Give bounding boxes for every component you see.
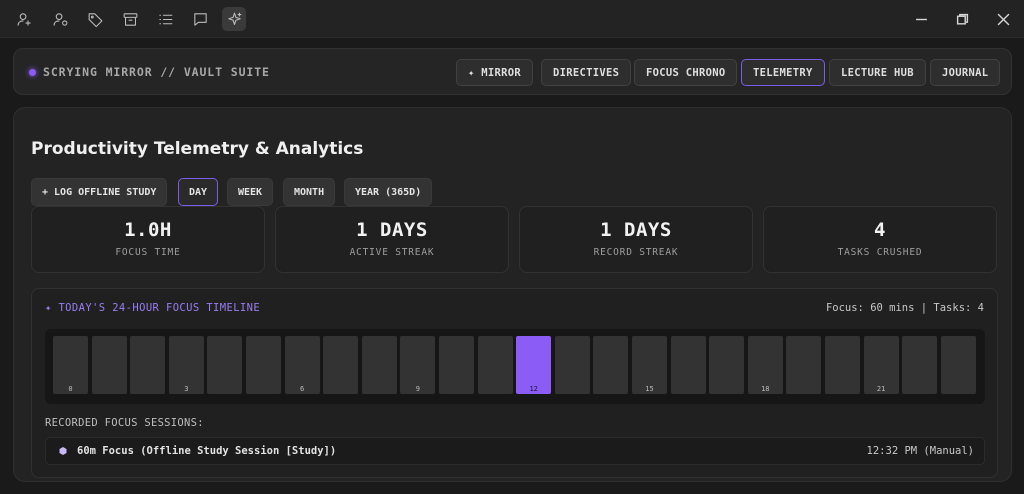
timeline-summary: Focus: 60 mins | Tasks: 4 bbox=[825, 302, 984, 314]
hour-label: 3 bbox=[184, 385, 189, 393]
hour-block bbox=[940, 336, 976, 394]
stat-card-focus-time: 1.0H FOCUS TIME bbox=[31, 206, 265, 273]
hour-block bbox=[593, 336, 629, 394]
chat-icon[interactable] bbox=[188, 7, 212, 31]
restore-icon[interactable] bbox=[949, 7, 975, 31]
range-week-button[interactable]: WEEK bbox=[227, 178, 274, 206]
range-year-button[interactable]: YEAR (365D) bbox=[344, 178, 433, 206]
hour-block bbox=[323, 336, 359, 394]
hour-label: 12 bbox=[529, 385, 538, 393]
stat-value: 4 bbox=[874, 219, 886, 241]
nav-journal-button[interactable]: JOURNAL bbox=[930, 59, 1001, 86]
hour-block bbox=[554, 336, 590, 394]
session-description: 60m Focus (Offline Study Session [Study]… bbox=[77, 445, 337, 457]
stat-value: 1.0H bbox=[124, 219, 172, 241]
hour-label: 18 bbox=[761, 385, 770, 393]
hour-block bbox=[207, 336, 243, 394]
hour-label: 0 bbox=[68, 385, 73, 393]
app-header: SCRYING MIRROR // VAULT SUITE ✦ MIRROR D… bbox=[13, 48, 1012, 95]
user-add-icon[interactable] bbox=[48, 7, 72, 31]
nav-mirror-button[interactable]: ✦ MIRROR bbox=[456, 59, 533, 86]
hour-block bbox=[477, 336, 513, 394]
hour-block bbox=[439, 336, 474, 394]
hour-block bbox=[786, 336, 822, 394]
hour-block: 18 bbox=[747, 336, 783, 394]
stat-label: TASKS CRUSHED bbox=[837, 247, 923, 258]
nav-directives-button[interactable]: DIRECTIVES bbox=[541, 59, 632, 86]
tag-icon[interactable] bbox=[83, 7, 107, 31]
range-day-button[interactable]: DAY bbox=[178, 178, 219, 206]
hour-block: 15 bbox=[632, 336, 667, 394]
stat-label: ACTIVE STREAK bbox=[349, 247, 435, 258]
hour-block bbox=[709, 336, 745, 394]
status-dot-icon bbox=[29, 69, 36, 76]
hour-label: 6 bbox=[299, 385, 305, 393]
sparkle-icon[interactable] bbox=[222, 7, 246, 31]
app-toolbar bbox=[0, 0, 1024, 38]
nav-lecture-hub-button[interactable]: LECTURE HUB bbox=[829, 59, 926, 86]
hour-label: 15 bbox=[645, 385, 654, 393]
hour-block bbox=[246, 336, 281, 394]
stat-label: FOCUS TIME bbox=[115, 247, 181, 258]
focus-timeline-card: ✦ TODAY'S 24-HOUR FOCUS TIMELINE Focus: … bbox=[31, 288, 998, 478]
list-icon[interactable] bbox=[153, 7, 177, 31]
hour-timeline-track: 0 3 6 9 12 15 18 21 bbox=[45, 329, 985, 404]
stat-value: 1 DAYS bbox=[356, 219, 428, 241]
hour-label: 9 bbox=[415, 385, 420, 393]
hour-block: 12 bbox=[516, 336, 552, 394]
session-row[interactable]: 60m Focus (Offline Study Session [Study]… bbox=[45, 437, 985, 465]
timeline-title: ✦ TODAY'S 24-HOUR FOCUS TIMELINE bbox=[45, 302, 261, 314]
hour-block bbox=[902, 336, 938, 394]
stat-card-record-streak: 1 DAYS RECORD STREAK bbox=[519, 206, 753, 273]
log-offline-study-button[interactable]: + LOG OFFLINE STUDY bbox=[31, 178, 168, 206]
stat-card-active-streak: 1 DAYS ACTIVE STREAK bbox=[275, 206, 509, 273]
nav-focus-chrono-button[interactable]: FOCUS CHRONO bbox=[634, 59, 738, 86]
session-time: 12:32 PM (Manual) bbox=[866, 445, 974, 457]
archive-icon[interactable] bbox=[118, 7, 142, 31]
hour-block bbox=[670, 336, 706, 394]
hour-block: 21 bbox=[863, 336, 899, 394]
hour-block bbox=[825, 336, 860, 394]
session-badge-icon bbox=[59, 447, 67, 455]
hour-block: 3 bbox=[168, 336, 204, 394]
hour-block: 9 bbox=[400, 336, 436, 394]
user-plus-icon[interactable] bbox=[12, 7, 36, 31]
app-brand: SCRYING MIRROR // VAULT SUITE bbox=[43, 65, 270, 79]
hour-block bbox=[361, 336, 397, 394]
range-month-button[interactable]: MONTH bbox=[283, 178, 336, 206]
hour-block bbox=[130, 336, 166, 394]
minimize-icon[interactable] bbox=[908, 7, 934, 31]
nav-telemetry-button[interactable]: TELEMETRY bbox=[741, 59, 825, 86]
stat-label: RECORD STREAK bbox=[593, 247, 679, 258]
hour-label: 21 bbox=[876, 385, 886, 393]
sessions-heading: RECORDED FOCUS SESSIONS: bbox=[45, 417, 204, 429]
hour-block: 0 bbox=[53, 336, 88, 394]
stat-card-tasks-crushed: 4 TASKS CRUSHED bbox=[763, 206, 997, 273]
telemetry-panel: Productivity Telemetry & Analytics + LOG… bbox=[13, 107, 1012, 482]
hour-block bbox=[91, 336, 127, 394]
hour-block: 6 bbox=[284, 336, 320, 394]
close-icon[interactable] bbox=[990, 7, 1016, 31]
stat-value: 1 DAYS bbox=[600, 219, 672, 241]
page-title: Productivity Telemetry & Analytics bbox=[31, 139, 364, 159]
